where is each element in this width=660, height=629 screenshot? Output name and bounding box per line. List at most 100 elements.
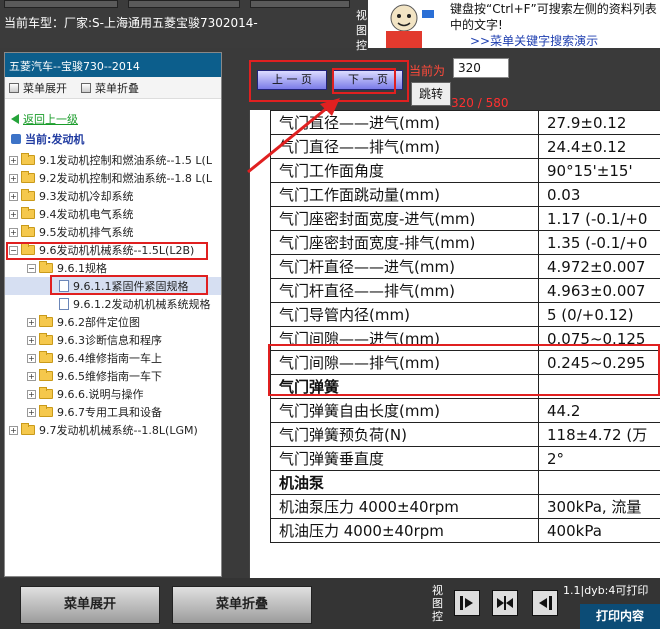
- tree-item[interactable]: +9.4发动机电气系统: [5, 205, 221, 223]
- tree-item[interactable]: +9.6.2部件定位图: [5, 313, 221, 331]
- tree-item[interactable]: +9.6.5维修指南一车下: [5, 367, 221, 385]
- tree-item-label: 9.6.6.说明与操作: [57, 388, 144, 401]
- tree-item[interactable]: +9.5发动机排气系统: [5, 223, 221, 241]
- tree-item-label: 9.3发动机冷却系统: [39, 190, 134, 203]
- current-vehicle: 当前车型：厂家:S-上海通用五菱宝骏7302014-: [4, 16, 258, 30]
- view-right-button[interactable]: [532, 590, 558, 616]
- spec-key: 气门座密封面宽度-进气(mm): [270, 206, 539, 231]
- spec-value: 1.17 (-0.1/+0: [538, 206, 660, 231]
- spec-value: 2°: [538, 446, 660, 471]
- spec-key: 气门工作面跳动量(mm): [270, 182, 539, 207]
- spec-row: 气门杆直径——进气(mm) 4.972±0.007: [270, 254, 660, 279]
- spec-row: 机油泵压力 4000±40rpm 300kPa, 流量: [270, 494, 660, 519]
- tree-item-label: 9.6.7专用工具和设备: [57, 406, 162, 419]
- highlight-box: [50, 275, 208, 295]
- split-view-icon: [497, 596, 513, 610]
- top-tab-1[interactable]: [4, 0, 118, 8]
- expand-toggle-icon[interactable]: +: [9, 155, 18, 165]
- collapse-toggle-icon[interactable]: −: [27, 263, 36, 273]
- page-number-input[interactable]: 320: [453, 58, 509, 78]
- tree-item-label: 9.5发动机排气系统: [39, 226, 134, 239]
- collapse-icon: [81, 82, 91, 93]
- tree-item[interactable]: +9.6.7专用工具和设备: [5, 403, 221, 421]
- expand-toggle-icon[interactable]: +: [9, 227, 18, 237]
- tree-item[interactable]: +9.2发动机控制和燃油系统--1.8 L(L: [5, 169, 221, 187]
- tree-item[interactable]: +9.7发动机机械系统--1.8L(LGM): [5, 421, 221, 439]
- app-window: { "header": { "vehicle": "当前车型：厂家:S-上海通用…: [0, 0, 660, 629]
- tree-item[interactable]: +9.1发动机控制和燃油系统--1.5 L(L: [5, 151, 221, 169]
- spec-value: 24.4±0.12: [538, 134, 660, 159]
- folder-icon: [21, 423, 35, 435]
- print-content-button[interactable]: 打印内容: [580, 604, 660, 629]
- spec-value: 4.963±0.007: [538, 278, 660, 303]
- back-link[interactable]: 返回上一级: [11, 111, 221, 127]
- expand-menu-button[interactable]: 菜单展开: [20, 586, 160, 624]
- tree-item-label: 9.6.1.2发动机机械系统规格: [73, 298, 211, 311]
- expand-toggle-icon[interactable]: +: [9, 173, 18, 183]
- spec-row: 气门弹簧预负荷(N) 118±4.72 (万: [270, 422, 660, 447]
- expand-toggle-icon[interactable]: +: [27, 335, 36, 345]
- back-arrow-icon: [11, 114, 19, 124]
- folder-icon: [39, 369, 53, 381]
- spec-value: 27.9±0.12: [538, 110, 660, 135]
- spec-row: 气门导管内径(mm) 5 (0/+0.12): [270, 302, 660, 327]
- keyword-search-demo-link[interactable]: >>菜单关键字搜索演示: [470, 32, 598, 49]
- expand-toggle-icon[interactable]: +: [27, 353, 36, 363]
- top-tab-2[interactable]: [128, 0, 240, 8]
- current-node: 当前:发动机: [11, 131, 221, 147]
- spec-row: 气门弹簧自由长度(mm) 44.2: [270, 398, 660, 423]
- annotation-arrow: [247, 98, 340, 174]
- expand-toggle-icon[interactable]: +: [9, 191, 18, 201]
- spec-key: 气门座密封面宽度-排气(mm): [270, 230, 539, 255]
- spec-key: 气门导管内径(mm): [270, 302, 539, 327]
- spec-value: 0.03: [538, 182, 660, 207]
- arrow-right-icon: [460, 596, 473, 610]
- top-tab-3[interactable]: [250, 0, 350, 8]
- spec-key: 气门弹簧预负荷(N): [270, 422, 539, 447]
- spec-key: 气门弹簧自由长度(mm): [270, 398, 539, 423]
- spec-value: 118±4.72 (万: [538, 422, 660, 447]
- spec-key: 气门弹簧垂直度: [270, 446, 539, 471]
- spec-row: 机油泵: [270, 470, 660, 495]
- search-tip-box: 键盘按“Ctrl+F”可搜索左侧的资料列表中的文字! >>菜单关键字搜索演示: [368, 0, 660, 48]
- spec-key: 机油压力 4000±40rpm: [270, 518, 539, 543]
- expand-toggle-icon[interactable]: +: [9, 425, 18, 435]
- jump-button[interactable]: 跳转: [411, 82, 451, 106]
- view-center-button[interactable]: [492, 590, 518, 616]
- folder-icon: [21, 189, 35, 201]
- expand-toggle-icon[interactable]: +: [27, 407, 36, 417]
- bottom-toolbar: 菜单展开 菜单折叠 视图控 1.1|dyb:4可打印 打印内容: [0, 578, 660, 629]
- folder-open-icon: [39, 261, 53, 273]
- collapse-menu-button[interactable]: 菜单折叠: [172, 586, 312, 624]
- tree-item[interactable]: +9.6.6.说明与操作: [5, 385, 221, 403]
- tree-item[interactable]: +9.3发动机冷却系统: [5, 187, 221, 205]
- mascot-icon: [370, 0, 444, 48]
- arrow-left-icon: [539, 596, 552, 610]
- tree-item-label: 9.6.3诊断信息和程序: [57, 334, 162, 347]
- tree-item[interactable]: 9.6.1.2发动机机械系统规格: [5, 295, 221, 313]
- tree-item-label: 9.6.1规格: [57, 262, 107, 275]
- panel-title: 五菱汽车--宝骏730--2014: [5, 53, 221, 77]
- tree-item[interactable]: +9.6.3诊断信息和程序: [5, 331, 221, 349]
- expand-menu-link[interactable]: 菜单展开: [9, 80, 67, 96]
- spec-row: 机油压力 4000±40rpm 400kPa: [270, 518, 660, 543]
- spec-key: 气门杆直径——排气(mm): [270, 278, 539, 303]
- view-control-label: 视图控: [432, 584, 443, 623]
- menu-tree: +9.1发动机控制和燃油系统--1.5 L(L +9.2发动机控制和燃油系统--…: [5, 151, 221, 439]
- current-page-label: 当前为: [409, 64, 446, 78]
- folder-icon: [39, 315, 53, 327]
- view-left-button[interactable]: [454, 590, 480, 616]
- collapse-menu-link[interactable]: 菜单折叠: [81, 80, 139, 96]
- expand-toggle-icon[interactable]: +: [27, 371, 36, 381]
- spec-key: 气门杆直径——进气(mm): [270, 254, 539, 279]
- expand-toggle-icon[interactable]: +: [9, 209, 18, 219]
- spec-value: 5 (0/+0.12): [538, 302, 660, 327]
- expand-toggle-icon[interactable]: +: [27, 317, 36, 327]
- spec-row: 气门座密封面宽度-进气(mm) 1.17 (-0.1/+0: [270, 206, 660, 231]
- tree-item-label: 9.2发动机控制和燃油系统--1.8 L(L: [39, 172, 212, 185]
- tree-item[interactable]: +9.6.4维修指南一车上: [5, 349, 221, 367]
- expand-toggle-icon[interactable]: +: [27, 389, 36, 399]
- top-bar: 当前车型：厂家:S-上海通用五菱宝骏7302014- 视图控 键盘按“Ctrl+…: [0, 0, 660, 52]
- highlight-box: [6, 242, 208, 260]
- folder-icon: [39, 351, 53, 363]
